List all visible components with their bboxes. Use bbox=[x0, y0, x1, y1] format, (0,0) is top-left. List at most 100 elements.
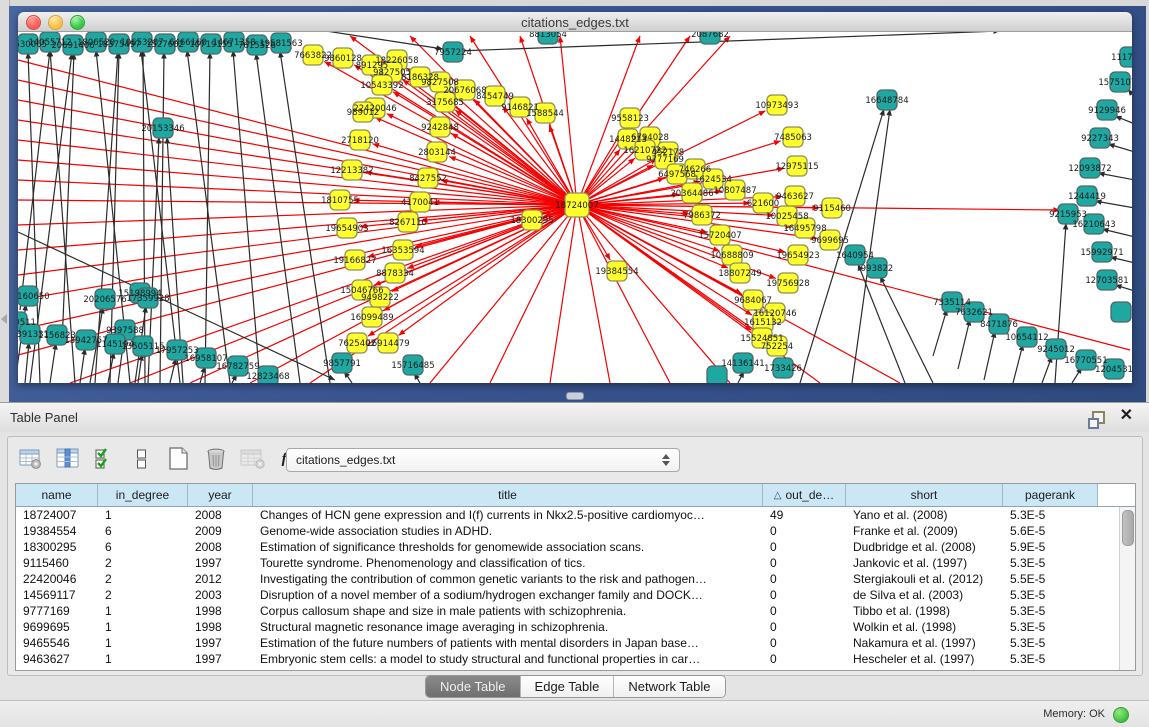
table-cell[interactable]: 5.6E-5 bbox=[1003, 523, 1098, 539]
table-cell[interactable]: Wolkin et al. (1998) bbox=[846, 619, 1003, 635]
tab-network-table[interactable]: Network Table bbox=[614, 676, 724, 697]
table-cell[interactable]: 2008 bbox=[188, 507, 253, 523]
table-cell[interactable]: 2 bbox=[98, 555, 188, 571]
panel-collapse-icon[interactable] bbox=[1, 314, 7, 324]
table-cell[interactable]: 0 bbox=[763, 635, 846, 651]
table-cell[interactable]: Structural magnetic resonance image aver… bbox=[253, 619, 763, 635]
memory-status-indicator-icon[interactable] bbox=[1113, 707, 1129, 723]
table-cell[interactable]: 0 bbox=[763, 619, 846, 635]
table-cell[interactable]: 2008 bbox=[188, 539, 253, 555]
table-row[interactable]: 977716911998Corpus callosum shape and si… bbox=[16, 603, 1135, 619]
table-cell[interactable]: 1997 bbox=[188, 555, 253, 571]
table-cell[interactable]: 19384554 bbox=[16, 523, 98, 539]
table-cell[interactable]: 9465546 bbox=[16, 635, 98, 651]
table-cell[interactable]: Corpus callosum shape and size in male p… bbox=[253, 603, 763, 619]
node-table[interactable]: namein_degreeyeartitle△out_de…shortpager… bbox=[15, 483, 1136, 671]
table-cell[interactable]: 1 bbox=[98, 603, 188, 619]
table-cell[interactable]: Dudbridge et al. (2008) bbox=[846, 539, 1003, 555]
table-row[interactable]: 946554611997Estimation of the future num… bbox=[16, 635, 1135, 651]
table-cell[interactable]: 1998 bbox=[188, 619, 253, 635]
graph-node[interactable] bbox=[1111, 302, 1131, 322]
tab-edge-table[interactable]: Edge Table bbox=[521, 676, 615, 697]
splitter-grip[interactable] bbox=[566, 392, 584, 400]
column-chooser-icon[interactable] bbox=[55, 446, 81, 472]
table-cell[interactable]: Estimation of significance thresholds fo… bbox=[253, 539, 763, 555]
column-header-out_de[interactable]: △out_de… bbox=[763, 484, 846, 506]
table-cell[interactable]: Tibbo et al. (1998) bbox=[846, 603, 1003, 619]
table-cell[interactable]: 9699695 bbox=[16, 619, 98, 635]
select-columns-icon[interactable] bbox=[92, 446, 118, 472]
table-cell[interactable]: 2 bbox=[98, 587, 188, 603]
tab-node-table[interactable]: Node Table bbox=[426, 676, 521, 697]
table-cell[interactable]: de Silva et al. (2003) bbox=[846, 587, 1003, 603]
table-cell[interactable]: 5.5E-5 bbox=[1003, 571, 1098, 587]
network-canvas[interactable]: 2530065140557122069140618065201837549710… bbox=[18, 32, 1132, 383]
table-cell[interactable]: 9463627 bbox=[16, 651, 98, 667]
table-cell[interactable]: 2012 bbox=[188, 571, 253, 587]
table-cell[interactable]: 2003 bbox=[188, 587, 253, 603]
table-cell[interactable]: Investigating the contribution of common… bbox=[253, 571, 763, 587]
window-titlebar[interactable]: citations_edges.txt bbox=[18, 12, 1132, 32]
column-header-pagerank[interactable]: pagerank bbox=[1003, 484, 1098, 506]
table-cell[interactable]: 1 bbox=[98, 635, 188, 651]
column-header-year[interactable]: year bbox=[188, 484, 253, 506]
table-cell[interactable]: 18300295 bbox=[16, 539, 98, 555]
table-header-row[interactable]: namein_degreeyeartitle△out_de…shortpager… bbox=[16, 484, 1135, 507]
table-cell[interactable]: 1997 bbox=[188, 635, 253, 651]
table-cell[interactable]: 0 bbox=[763, 539, 846, 555]
table-cell[interactable]: 6 bbox=[98, 539, 188, 555]
table-row[interactable]: 1938455462009Genome-wide association stu… bbox=[16, 523, 1135, 539]
table-cell[interactable]: 0 bbox=[763, 651, 846, 667]
table-cell[interactable]: 0 bbox=[763, 603, 846, 619]
table-cell[interactable]: 2009 bbox=[188, 523, 253, 539]
float-panel-icon[interactable] bbox=[1092, 411, 1105, 424]
table-cell[interactable]: 49 bbox=[763, 507, 846, 523]
table-selector-dropdown[interactable]: citations_edges.txt bbox=[286, 448, 680, 472]
table-cell[interactable]: 5.3E-5 bbox=[1003, 619, 1098, 635]
table-cell[interactable]: Stergiakouli et al. (2012) bbox=[846, 571, 1003, 587]
table-cell[interactable]: 5.3E-5 bbox=[1003, 651, 1098, 667]
table-row[interactable]: 911546021997Tourette syndrome. Phenomeno… bbox=[16, 555, 1135, 571]
citation-network-graph[interactable]: 2530065140557122069140618065201837549710… bbox=[18, 32, 1132, 383]
table-cell[interactable]: Disruption of a novel member of a sodium… bbox=[253, 587, 763, 603]
table-cell[interactable]: 1997 bbox=[188, 651, 253, 667]
table-cell[interactable]: 1 bbox=[98, 619, 188, 635]
table-cell[interactable]: 5.3E-5 bbox=[1003, 555, 1098, 571]
table-cell[interactable]: 9115460 bbox=[16, 555, 98, 571]
table-cell[interactable]: 5.9E-5 bbox=[1003, 539, 1098, 555]
table-cell[interactable]: Yano et al. (2008) bbox=[846, 507, 1003, 523]
table-row[interactable]: 1872400712008Changes of HCN gene express… bbox=[16, 507, 1135, 523]
new-table-icon[interactable] bbox=[166, 446, 192, 472]
scrollbar-thumb[interactable] bbox=[1122, 510, 1134, 546]
table-cell[interactable]: Tourette syndrome. Phenomenology and cla… bbox=[253, 555, 763, 571]
table-row[interactable]: 2242004622012Investigating the contribut… bbox=[16, 571, 1135, 587]
column-header-title[interactable]: title bbox=[253, 484, 763, 506]
table-cell[interactable]: Nakamura et al. (1997) bbox=[846, 635, 1003, 651]
table-cell[interactable]: 1 bbox=[98, 507, 188, 523]
table-cell[interactable]: 1998 bbox=[188, 603, 253, 619]
column-header-short[interactable]: short bbox=[846, 484, 1003, 506]
table-cell[interactable]: Changes of HCN gene expression and I(f) … bbox=[253, 507, 763, 523]
vertical-scrollbar[interactable] bbox=[1119, 507, 1135, 670]
column-header-in_degree[interactable]: in_degree bbox=[98, 484, 188, 506]
table-cell[interactable]: 22420046 bbox=[16, 571, 98, 587]
table-row[interactable]: 969969511998Structural magnetic resonanc… bbox=[16, 619, 1135, 635]
table-body[interactable]: 1872400712008Changes of HCN gene express… bbox=[16, 507, 1135, 667]
table-cell[interactable]: Embryonic stem cells: a model to study s… bbox=[253, 651, 763, 667]
table-cell[interactable]: 18724007 bbox=[16, 507, 98, 523]
table-cell[interactable]: 0 bbox=[763, 555, 846, 571]
table-cell[interactable]: 5.3E-5 bbox=[1003, 587, 1098, 603]
column-header-name[interactable]: name bbox=[16, 484, 98, 506]
table-cell[interactable]: 5.3E-5 bbox=[1003, 635, 1098, 651]
table-cell[interactable]: 14569117 bbox=[16, 587, 98, 603]
table-cell[interactable]: 6 bbox=[98, 523, 188, 539]
table-settings-icon[interactable] bbox=[18, 446, 44, 472]
table-cell[interactable]: 5.3E-5 bbox=[1003, 507, 1098, 523]
close-panel-icon[interactable]: ✕ bbox=[1120, 407, 1133, 425]
table-cell[interactable]: Estimation of the future numbers of pati… bbox=[253, 635, 763, 651]
table-cell[interactable]: Franke et al. (2009) bbox=[846, 523, 1003, 539]
table-cell[interactable]: 0 bbox=[763, 587, 846, 603]
table-cell[interactable]: 0 bbox=[763, 571, 846, 587]
table-cell[interactable]: Hescheler et al. (1997) bbox=[846, 651, 1003, 667]
row-height-icon[interactable] bbox=[129, 446, 155, 472]
